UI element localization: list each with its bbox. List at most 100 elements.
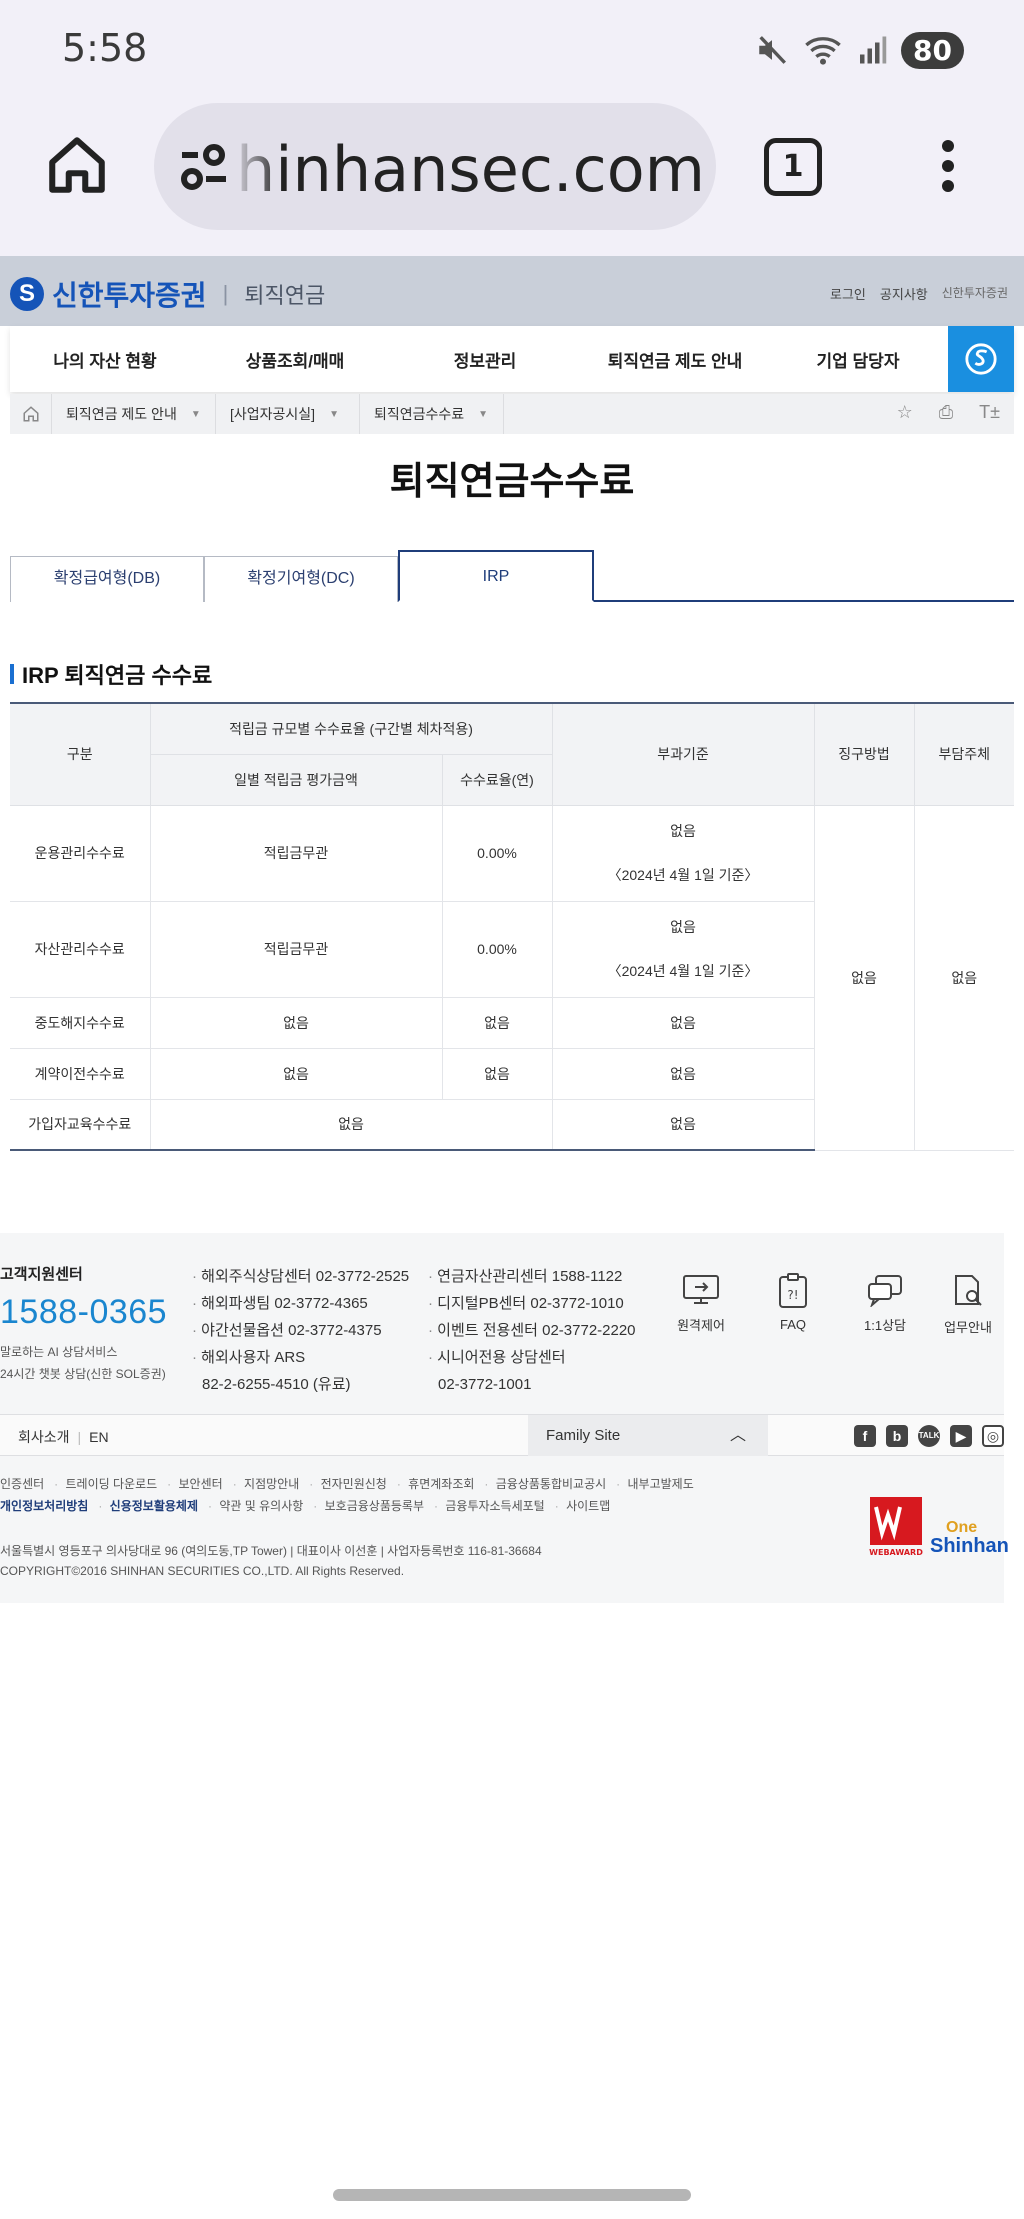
header-category: 구분 [10, 702, 151, 806]
shinhan-logo-icon: S [10, 277, 44, 311]
row-amount: 적립금무관 [149, 900, 443, 998]
english-link[interactable]: EN [89, 1429, 108, 1445]
cs-title: 고객지원센터 [0, 1266, 83, 1283]
row-method: 없음 [813, 804, 915, 1151]
header-rate: 수수료율(연) [441, 753, 552, 806]
section-name: 퇴직연금 [244, 283, 326, 308]
top-links: 로그인 공지사항 신한투자증권 [830, 284, 1008, 303]
chat-consult-button[interactable]: 1:1상담 [840, 1273, 930, 1334]
more-menu-icon[interactable] [938, 140, 958, 200]
row-basis: 없음 [551, 1047, 814, 1100]
nav-shortcut-button[interactable] [948, 326, 1014, 392]
main-nav: 나의 자산 현황 상품조회/매매 정보관리 퇴직연금 제도 안내 기업 담당자 [10, 326, 1014, 392]
status-time: 5:58 [62, 26, 148, 70]
header-amount: 일별 적립금 평가금액 [150, 753, 443, 806]
contact-list-1: 해외주식상담센터 02-3772-2525 해외파생팀 02-3772-4365… [192, 1263, 409, 1398]
page-tools: ☆ ⎙ T± [897, 402, 1000, 423]
ai-service-text: 말로하는 AI 상담서비스 [0, 1345, 118, 1359]
wifi-icon [805, 37, 841, 65]
plan-tabs: 확정급여형(DB) 확정기여형(DC) IRP [10, 550, 1014, 602]
home-small-icon [23, 406, 38, 422]
header-basis: 부과기준 [551, 702, 815, 806]
breadcrumb-item-2[interactable]: [사업자공시실] ▼ [216, 394, 360, 434]
breadcrumb-item-1[interactable]: 퇴직연금 제도 안내 ▼ [52, 394, 216, 434]
tab-db[interactable]: 확정급여형(DB) [10, 556, 204, 602]
nav-info-management[interactable]: 정보관리 [390, 347, 580, 372]
footer-bar: 회사소개 | EN Family Site ︿ f b TALK ▶ ◎ [0, 1414, 1004, 1456]
site-logo[interactable]: S 신한투자증권 | 퇴직연금 [10, 274, 325, 314]
mute-icon [759, 36, 787, 64]
chat-icon [868, 1275, 902, 1307]
footer-links-row1: 인증센터 · 트레이딩 다운로드 · 보안센터 · 지점망안내 · 전자민원신청 · 휴면… [0, 1477, 694, 1491]
row-rate: 없음 [441, 996, 553, 1049]
address-bar[interactable]: hinhansec.com [154, 103, 716, 230]
chevron-up-icon: ︿ [729, 1427, 746, 1444]
nav-pension-guide[interactable]: 퇴직연금 제도 안내 [580, 347, 770, 372]
facebook-icon[interactable]: f [854, 1425, 876, 1447]
webaward-logo: WEBAWARD [869, 1497, 923, 1557]
chevron-down-icon: ▼ [329, 408, 339, 420]
site-footer: 고객지원센터 1588-0365 말로하는 AI 상담서비스 24시간 챗봇 상… [0, 1233, 1009, 1603]
home-icon[interactable] [44, 132, 110, 198]
browser-toolbar: hinhansec.com 1 [0, 100, 1024, 256]
header-method: 징구방법 [813, 702, 915, 806]
nav-corporate[interactable]: 기업 담당자 [770, 347, 946, 372]
faq-icon: ?! [779, 1273, 807, 1308]
tab-irp[interactable]: IRP [398, 550, 594, 602]
table-row: 운용관리수수료 적립금무관 0.00% 없음 〈2024년 4월 1일 기준〉 없… [10, 804, 1014, 1151]
row-rate: 0.00% [441, 900, 553, 998]
family-site-select[interactable]: Family Site ︿ [528, 1415, 768, 1456]
print-icon[interactable]: ⎙ [939, 402, 953, 423]
youtube-icon[interactable]: ▶ [950, 1425, 972, 1447]
row-name: 운용관리수수료 [10, 804, 151, 902]
monitor-icon [683, 1275, 719, 1304]
row-name: 가입자교육수수료 [10, 1098, 151, 1151]
row-basis: 없음 〈2024년 4월 1일 기준〉 [551, 900, 814, 998]
page-title: 퇴직연금수수료 [389, 461, 635, 503]
battery-indicator: 80 [901, 31, 964, 69]
font-size-icon[interactable]: T± [979, 402, 1000, 423]
contact-list-2: 연금자산관리센터 1588-1122 디지털PB센터 02-3772-1010 … [428, 1263, 635, 1398]
chevron-down-icon: ▼ [478, 408, 489, 420]
instagram-icon[interactable]: ◎ [982, 1425, 1004, 1447]
remote-control-button[interactable]: 원격제어 [656, 1273, 746, 1334]
blog-icon[interactable]: b [886, 1425, 908, 1447]
status-bar: 5:58 80 [0, 0, 1024, 100]
breadcrumb-item-3[interactable]: 퇴직연금수수료 ▼ [360, 394, 504, 434]
star-icon[interactable]: ☆ [897, 402, 913, 423]
nav-my-assets[interactable]: 나의 자산 현황 [10, 347, 200, 372]
document-search-icon [955, 1275, 982, 1306]
section-title: IRP 퇴직연금 수수료 [10, 658, 212, 690]
tab-dc[interactable]: 확정기여형(DC) [204, 556, 398, 602]
one-shinhan-logo: One Shinhan [930, 1519, 1009, 1557]
svg-text:?!: ?! [787, 1288, 798, 1302]
row-name: 계약이전수수료 [10, 1047, 151, 1100]
faq-button[interactable]: ?! FAQ [748, 1273, 838, 1332]
notice-link[interactable]: 공지사항 [880, 284, 928, 303]
company-intro-link[interactable]: 회사소개 [18, 1429, 70, 1445]
login-link[interactable]: 로그인 [830, 284, 866, 303]
nav-products[interactable]: 상품조회/매매 [200, 347, 390, 372]
tab-switcher-button[interactable]: 1 [764, 138, 822, 196]
business-guide-button[interactable]: 업무안내 [932, 1273, 1004, 1336]
shinhan-emblem-icon [965, 343, 997, 375]
row-basis: 없음 [551, 996, 814, 1049]
header-payer: 부담주체 [913, 702, 1014, 806]
header-rate-group: 적립금 규모별 수수료율 (구간별 체차적용) [149, 702, 553, 755]
row-name: 자산관리수수료 [10, 900, 151, 998]
sns-links: f b TALK ▶ ◎ [854, 1425, 1004, 1447]
kakaotalk-icon[interactable]: TALK [918, 1425, 940, 1447]
row-amount: 없음 [149, 996, 443, 1049]
company-address: 서울특별시 영등포구 의사당대로 96 (여의도동,TP Tower) | 대표… [0, 1544, 542, 1558]
breadcrumb-home[interactable] [10, 394, 52, 434]
gesture-bar[interactable] [333, 2189, 691, 2201]
row-amount: 없음 [149, 1047, 443, 1100]
url-text: hinhansec.com [236, 133, 706, 206]
footer-bar-links: 회사소개 | EN [18, 1429, 109, 1445]
site-settings-icon[interactable] [178, 143, 230, 191]
shinhan-home-link[interactable]: 신한투자증권 [942, 284, 1008, 303]
row-amount-rate: 없음 [149, 1098, 553, 1151]
signal-icon [860, 36, 887, 64]
row-amount: 적립금무관 [149, 804, 443, 902]
cs-phone[interactable]: 1588-0365 [0, 1293, 167, 1332]
